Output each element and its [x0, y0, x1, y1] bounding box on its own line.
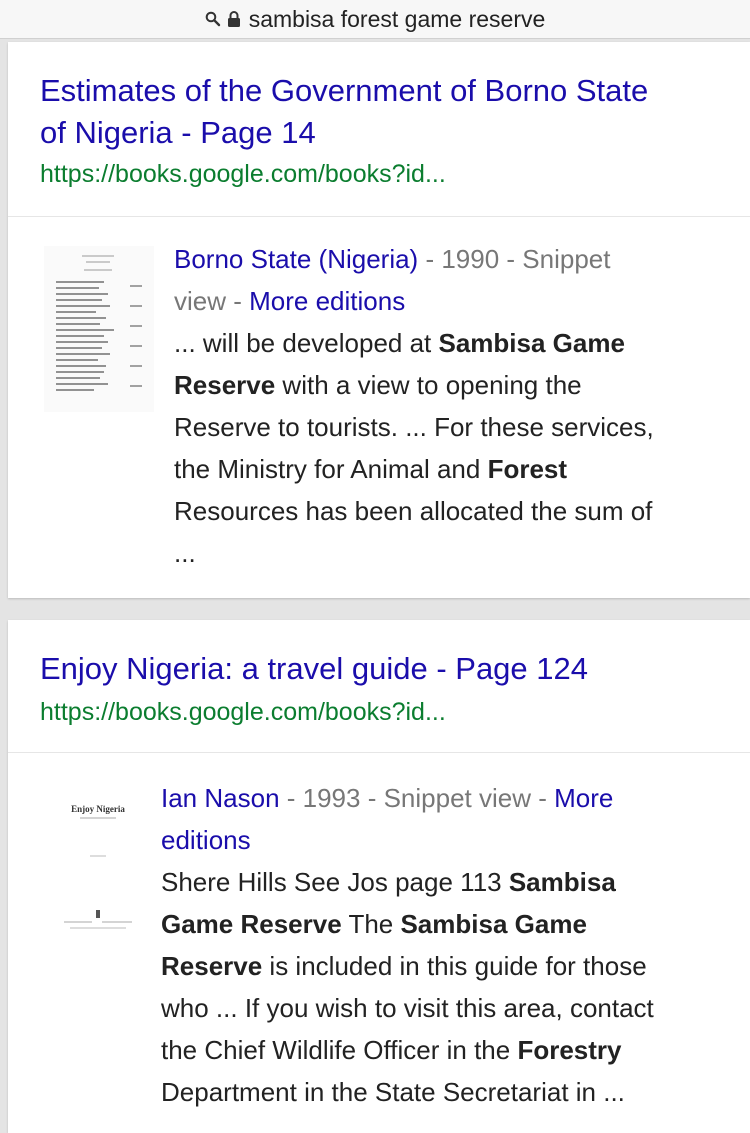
result-title-link[interactable]: Estimates of the Government of Borno Sta…	[40, 70, 730, 154]
result-title-link[interactable]: Enjoy Nigeria: a travel guide - Page 124	[40, 648, 730, 690]
author-link[interactable]: Ian Nason	[161, 783, 280, 813]
divider	[8, 752, 750, 753]
result-meta: - 1990 - Snippet	[418, 244, 611, 274]
lock-icon	[227, 11, 240, 27]
more-editions-link[interactable]: More	[554, 783, 613, 813]
result-card-1: Estimates of the Government of Borno Sta…	[8, 42, 750, 598]
divider	[8, 216, 750, 217]
result-meta-view: view -	[174, 286, 250, 316]
address-query: sambisa forest game reserve	[248, 5, 546, 32]
result-url[interactable]: https://books.google.com/books?id...	[40, 160, 446, 189]
more-editions-link[interactable]: More editions	[249, 286, 405, 316]
search-icon	[205, 11, 220, 27]
thumbnail-title: Enjoy Nigeria	[71, 804, 125, 814]
result-url[interactable]: https://books.google.com/books?id...	[40, 698, 446, 727]
address-bar[interactable]: sambisa forest game reserve	[0, 0, 750, 39]
result-card-2: Enjoy Nigeria: a travel guide - Page 124…	[8, 620, 750, 1133]
book-thumbnail[interactable]: Enjoy Nigeria	[52, 798, 144, 938]
result-snippet: Borno State (Nigeria) - 1990 - Snippet v…	[174, 244, 654, 568]
book-thumbnail[interactable]	[44, 246, 154, 412]
result-snippet: Ian Nason - 1993 - Snippet view - More e…	[161, 783, 654, 1107]
more-editions-link-cont[interactable]: editions	[161, 825, 251, 855]
result-meta: - 1993 - Snippet view -	[279, 783, 555, 813]
author-link[interactable]: Borno State (Nigeria)	[174, 244, 418, 274]
